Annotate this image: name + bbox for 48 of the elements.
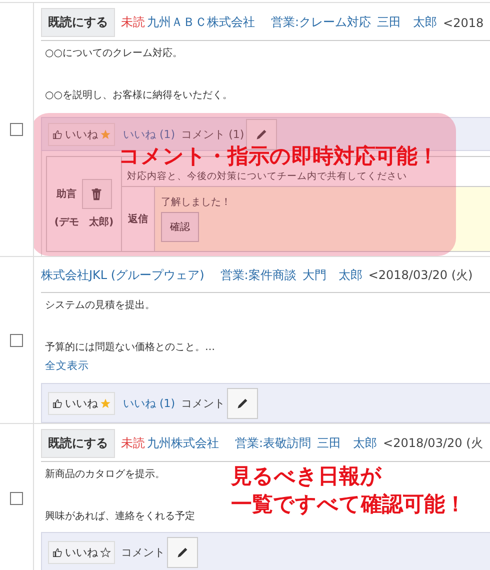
report-text: 予算的には問題ない価格とのこと。…: [45, 341, 215, 355]
report-date: <2018/03/20 (火: [383, 435, 483, 452]
report-text: 興味があれば、連絡をくれる予定: [45, 510, 195, 524]
thumbs-up-icon: [52, 128, 63, 140]
category-link[interactable]: 営業:案件商談: [220, 267, 296, 284]
comment-type-label: 助言: [56, 187, 76, 201]
like-button[interactable]: いいね: [48, 540, 115, 564]
comment-label: コメント (1): [181, 126, 244, 142]
comment-label: コメント: [181, 396, 226, 410]
mark-read-button[interactable]: 既読にする: [41, 8, 115, 37]
author-link[interactable]: 三田 太郎: [377, 14, 438, 31]
unread-label: 未読: [121, 14, 145, 31]
like-button[interactable]: いいね: [48, 122, 115, 146]
category-link[interactable]: 営業:表敬訪問: [235, 435, 312, 452]
report-date: <2018: [443, 16, 484, 30]
comment-label: コメント: [121, 544, 165, 560]
thumbs-up-icon: [52, 398, 63, 408]
reply-text: 了解しました！: [161, 196, 231, 209]
report-text: 新商品のカタログを提示。: [45, 468, 165, 482]
mark-read-button[interactable]: 既読にする: [41, 429, 115, 458]
author-link[interactable]: 大門 太郎: [302, 267, 362, 284]
unread-label: 未読: [121, 435, 145, 452]
report-text: システムの見積を提出。: [45, 299, 155, 313]
comment-author-name: (デモ 太郎): [54, 215, 114, 229]
checkbox[interactable]: [10, 334, 23, 346]
report-date: <2018/03/20 (火): [368, 267, 473, 284]
delete-button[interactable]: [82, 179, 112, 209]
company-link[interactable]: 九州ＡＢＣ株式会社: [147, 14, 255, 31]
report-text: ○○を説明し、お客様に納得をいただく。: [45, 89, 232, 103]
edit-button[interactable]: [227, 388, 258, 418]
callout-text: コメント・指示の即時対応可能！: [118, 145, 438, 167]
like-button[interactable]: いいね: [48, 392, 115, 414]
author-link[interactable]: 三田 太郎: [317, 435, 378, 452]
callout-text: 見るべき日報が: [231, 463, 382, 490]
checkbox[interactable]: [10, 123, 23, 136]
trash-icon: [89, 186, 104, 202]
category-link[interactable]: 営業:クレーム対応: [271, 14, 372, 31]
edit-button[interactable]: [167, 536, 198, 568]
show-full-text-link[interactable]: 全文表示: [45, 359, 89, 373]
confirm-button[interactable]: 確認: [161, 212, 199, 242]
like-count-link[interactable]: いいね (1): [123, 126, 176, 142]
like-count-link[interactable]: いいね (1): [123, 396, 176, 410]
thumbs-up-icon: [52, 546, 63, 558]
report-text: ○○についてのクレーム対応。: [45, 47, 182, 61]
callout-text: 一覧ですべて確認可能！: [231, 491, 466, 518]
company-link[interactable]: 九州株式会社: [147, 435, 219, 452]
company-link[interactable]: 株式会社JKL (グループウェア): [41, 267, 204, 284]
checkbox[interactable]: [10, 492, 23, 504]
